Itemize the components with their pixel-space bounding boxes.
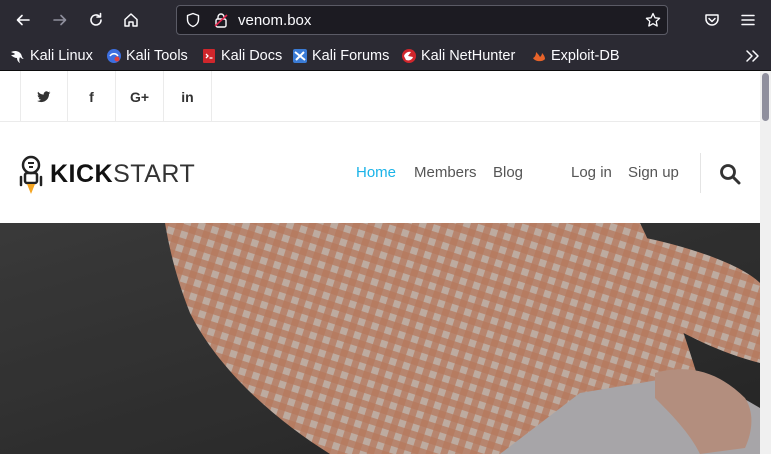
kali-docs-icon (203, 49, 215, 63)
home-icon (124, 13, 138, 27)
arrow-left-icon (16, 14, 30, 26)
nav-divider (700, 153, 701, 193)
bookmark-kali-docs[interactable]: Kali Docs (201, 47, 282, 65)
social-bar: f G+ in (0, 71, 760, 122)
kali-forums-icon (293, 49, 307, 63)
linkedin-icon: in (181, 88, 194, 105)
google-plus-icon: G+ (129, 88, 150, 105)
search-icon[interactable] (719, 163, 741, 185)
social-facebook-link[interactable]: f (68, 71, 116, 122)
page-scrollbar[interactable] (760, 71, 771, 454)
kali-tools-icon (107, 49, 121, 63)
back-button[interactable] (10, 7, 36, 33)
nav-signup-link[interactable]: Sign up (628, 164, 679, 181)
nav-blog-link[interactable]: Blog (493, 164, 523, 181)
forward-button[interactable] (47, 7, 73, 33)
exploit-db-icon (533, 52, 545, 62)
brand-name-bold: KICK (50, 159, 114, 188)
page-viewport: f G+ in KICKSTART Home Members Blog Log … (0, 71, 760, 454)
bookmark-star-icon[interactable] (645, 12, 661, 28)
bookmark-label: Kali Docs (221, 48, 283, 64)
bookmark-kali-tools[interactable]: Kali Tools (106, 47, 188, 65)
bookmark-label: Kali Tools (126, 48, 188, 64)
shield-icon[interactable] (185, 12, 201, 28)
nav-home-link[interactable]: Home (356, 164, 396, 181)
scrollbar-thumb[interactable] (762, 73, 769, 121)
site-navbar: KICKSTART Home Members Blog Log in Sign … (0, 123, 760, 223)
hero-photo (0, 223, 760, 454)
bookmark-kali-forums[interactable]: Kali Forums (292, 47, 389, 65)
arrow-right-icon (53, 14, 67, 26)
pocket-icon (705, 14, 719, 26)
kali-dragon-icon (11, 50, 24, 63)
pocket-button[interactable] (699, 7, 725, 33)
bookmark-label: Exploit-DB (551, 48, 620, 64)
reload-icon (90, 12, 102, 26)
home-button[interactable] (118, 7, 144, 33)
social-twitter-link[interactable] (20, 71, 68, 122)
insecure-lock-icon[interactable] (213, 12, 229, 28)
hero-image (0, 223, 760, 454)
kali-nethunter-icon (402, 49, 416, 63)
hamburger-menu-icon (741, 14, 755, 26)
bookmark-exploit-db[interactable]: Exploit-DB (531, 47, 620, 65)
url-bar[interactable]: venom.box (176, 5, 668, 35)
bookmark-label: Kali Forums (312, 48, 390, 64)
bookmark-label: Kali Linux (30, 48, 93, 64)
double-chevron-right-icon[interactable] (743, 47, 761, 65)
url-text[interactable]: venom.box (238, 12, 311, 29)
bookmarks-bar: Kali Linux Kali Tools Kali Docs Kali For… (0, 40, 771, 71)
social-google-plus-link[interactable]: G+ (116, 71, 164, 122)
browser-toolbar: venom.box (0, 0, 771, 40)
nav-members-link[interactable]: Members (414, 164, 477, 181)
facebook-icon: f (89, 88, 94, 105)
bookmark-label: Kali NetHunter (421, 48, 516, 64)
nav-login-link[interactable]: Log in (571, 164, 612, 181)
twitter-icon (37, 90, 51, 102)
site-logo[interactable]: KICKSTART (18, 153, 195, 195)
reload-button[interactable] (83, 7, 109, 33)
bookmark-kali-linux[interactable]: Kali Linux (10, 47, 93, 65)
menu-button[interactable] (735, 7, 761, 33)
brand-name-light: START (113, 159, 196, 188)
rocket-bulb-logo-icon (19, 155, 43, 194)
brand-name: KICKSTART (50, 160, 195, 189)
social-linkedin-link[interactable]: in (164, 71, 212, 122)
bookmark-kali-nethunter[interactable]: Kali NetHunter (401, 47, 515, 65)
